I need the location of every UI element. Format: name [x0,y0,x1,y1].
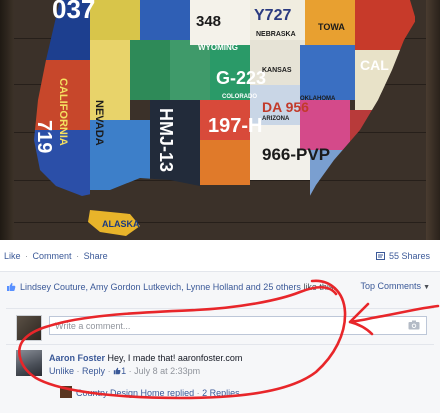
replies-summary-text: Country Design Home replied · 2 Replies [76,388,240,398]
svg-text:197-H: 197-H [208,115,262,137]
svg-text:COLORADO: COLORADO [222,94,257,100]
share-link[interactable]: Share [84,251,108,261]
comment-author-link[interactable]: Aaron Foster [49,353,105,363]
separator-dot: · [128,366,132,376]
comment-sort-label: Top Comments [360,281,422,291]
comment-sort-dropdown[interactable]: Top Comments ▼ [361,281,430,291]
replies-action: replied [167,388,195,398]
separator-dot: · [76,251,80,261]
replies-summary[interactable]: Country Design Home replied · 2 Replies [60,384,420,404]
comment-like-count: 1 [121,366,127,376]
replier-avatar [60,386,72,398]
like-thumb-icon [113,367,121,377]
replies-count-link[interactable]: 2 Replies [202,388,240,398]
svg-text:CALIFORNIA: CALIFORNIA [57,78,69,146]
svg-text:WYOMING: WYOMING [198,43,238,52]
likers-names-link[interactable]: Lindsey Couture, Amy Gordon Lutkevich, L… [20,282,301,292]
svg-text:Y727: Y727 [254,7,291,24]
like-thumb-icon [6,282,16,295]
svg-text:TOWA: TOWA [318,22,345,32]
replier-name[interactable]: Country Design Home [76,388,165,398]
post-action-links: Like · Comment · Share [4,251,108,261]
svg-text:ARIZONA: ARIZONA [262,116,290,122]
svg-text:NEVADA: NEVADA [93,100,105,146]
comment-input[interactable] [50,317,390,334]
license-plate-map-image: ALASKA 037 348 Y727 WYOMING NEBRASKA TOW… [33,0,415,236]
reply-link[interactable]: Reply [82,366,105,376]
svg-text:348: 348 [196,13,221,30]
svg-text:CAL: CAL [360,57,389,73]
likes-suffix: like this. [300,282,336,292]
camera-icon[interactable] [408,320,420,332]
caret-down-icon: ▼ [423,284,430,291]
comment-item: Aaron Foster Hey, I made that! aaronfost… [16,350,426,384]
likes-summary: Lindsey Couture, Amy Gordon Lutkevich, L… [6,281,336,295]
svg-text:HMJ-13: HMJ-13 [156,108,176,172]
shares-count-link[interactable]: 55 Shares [375,251,430,261]
separator-dot: · [196,388,200,398]
current-user-avatar[interactable] [16,315,42,341]
svg-text:966-PVP: 966-PVP [262,145,330,164]
comment-timestamp[interactable]: July 8 at 2:33pm [134,366,200,376]
svg-text:719: 719 [33,120,55,153]
plate-text-alaska: ALASKA [102,219,140,229]
comment-meta: Unlike · Reply · 1 · July 8 at 2:33pm [49,366,200,377]
comment-link[interactable]: Comment [33,251,72,261]
svg-text:OKLAHOMA: OKLAHOMA [300,96,336,102]
like-link[interactable]: Like [4,251,21,261]
unlike-link[interactable]: Unlike [49,366,74,376]
svg-text:KANSAS: KANSAS [262,67,292,74]
separator-dot: · [25,251,29,261]
post-action-bar: Like · Comment · Share 55 Shares [0,240,440,272]
divider [6,308,434,309]
shares-count: 55 Shares [388,251,430,261]
svg-text:NEBRASKA: NEBRASKA [256,31,296,38]
comment-composer[interactable] [49,316,427,335]
post-photo[interactable]: ALASKA 037 348 Y727 WYOMING NEBRASKA TOW… [0,0,440,240]
commenter-avatar[interactable] [16,350,42,376]
svg-text:G-223: G-223 [216,68,266,88]
comment-likes-link[interactable]: 1 [113,366,126,376]
divider [6,344,434,345]
svg-text:037: 037 [52,0,95,24]
separator-dot: · [107,366,111,376]
comment-body: Aaron Foster Hey, I made that! aaronfost… [49,352,242,364]
comment-text: Hey, I made that! aaronfoster.com [107,353,243,363]
feedback-section: Lindsey Couture, Amy Gordon Lutkevich, L… [0,272,440,413]
share-icon [375,251,386,261]
separator-dot: · [76,366,80,376]
